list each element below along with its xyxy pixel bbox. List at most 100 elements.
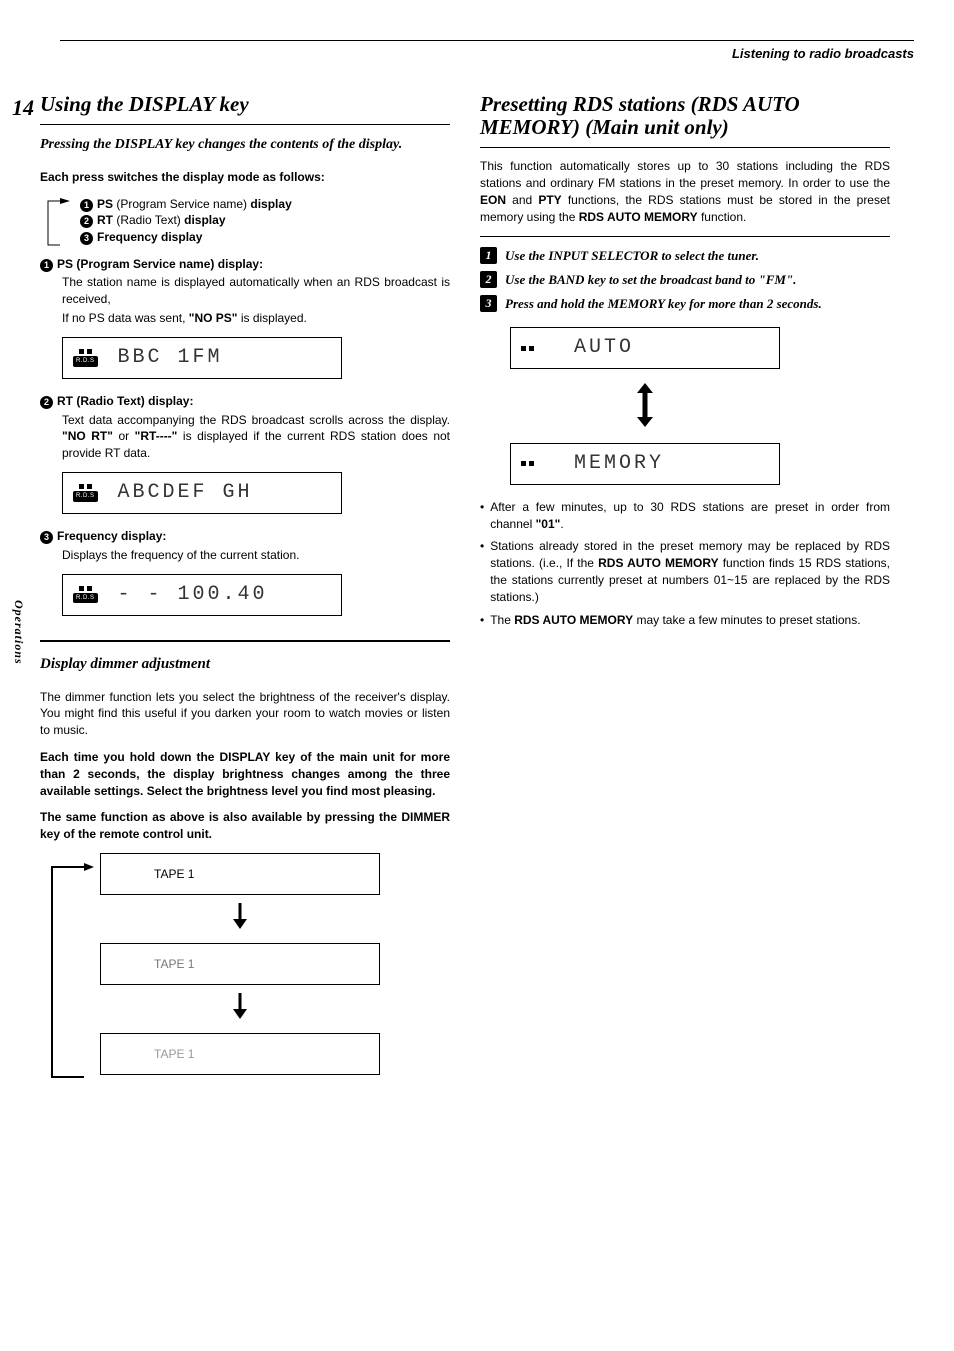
freq-lcd: R.D.S - - 100.40: [62, 574, 342, 616]
circ-3-icon: 3: [80, 232, 93, 245]
step-1: 1Use the INPUT SELECTOR to select the tu…: [480, 247, 890, 265]
mode-1: 1PS (Program Service name) display: [80, 196, 292, 213]
rule: [40, 124, 450, 125]
rt-body: Text data accompanying the RDS broadcast…: [62, 412, 450, 462]
left-column: 14 Using the DISPLAY key Pressing the DI…: [40, 93, 450, 1075]
right-column: Presetting RDS stations (RDS AUTO MEMORY…: [480, 93, 890, 1075]
bullet-dot-icon: •: [480, 499, 484, 533]
dim-lcd2-text: TAPE 1: [154, 956, 194, 973]
circ-1b-icon: 1: [40, 259, 53, 272]
freq-heading: Frequency display:: [57, 529, 166, 543]
step-2-num-icon: 2: [480, 271, 497, 288]
lcd-indicator-3: R.D.S: [73, 586, 98, 603]
ps-body2: If no PS data was sent, "NO PS" is displ…: [62, 310, 450, 327]
step-2-text: Use the BAND key to set the broadcast ba…: [505, 271, 890, 289]
dimmer-p3: The same function as above is also avail…: [40, 809, 450, 843]
dimmer-flow: TAPE 1 TAPE 1 TAPE 1: [40, 853, 450, 1075]
m1-desc: (Program Service name): [113, 197, 250, 211]
step-1-text: Use the INPUT SELECTOR to select the tun…: [505, 247, 890, 265]
mode-list: 1PS (Program Service name) display 2RT (…: [40, 196, 450, 250]
header-rule: [60, 40, 914, 41]
left-title: Using the DISPLAY key: [40, 93, 450, 116]
loop-bracket-icon: [40, 196, 76, 250]
ps-b2a: If no PS data was sent,: [62, 311, 189, 325]
b3a: The: [490, 613, 514, 627]
ri-b: EON: [480, 193, 506, 207]
dim-lcd3-text: TAPE 1: [154, 1046, 194, 1063]
ri-g: function.: [698, 210, 747, 224]
ps-lcd-text: BBC 1FM: [118, 344, 223, 372]
left-subtitle: Pressing the DISPLAY key changes the con…: [40, 135, 450, 155]
rt-heading: RT (Radio Text) display:: [57, 394, 193, 408]
freq-body: Displays the frequency of the current st…: [62, 547, 450, 564]
rds-badge: R.D.S: [73, 356, 98, 366]
lcd-indicator: R.D.S: [73, 349, 98, 366]
circ-2b-icon: 2: [40, 396, 53, 409]
rds-badge-3: R.D.S: [73, 593, 98, 603]
rds-badge-2: R.D.S: [73, 491, 98, 501]
switch-intro: Each press switches the display mode as …: [40, 169, 450, 186]
m3-label: Frequency display: [97, 230, 202, 244]
rt-bb: "NO RT": [62, 429, 113, 443]
ps-heading-row: 1 PS (Program Service name) display:: [40, 256, 450, 273]
rt-lcd: R.D.S ABCDEF GH: [62, 472, 342, 514]
step-3: 3 Press and hold the MEMORY key for more …: [480, 295, 890, 313]
rule-3: [480, 147, 890, 148]
mode-3: 3 Frequency display: [80, 229, 292, 246]
circ-1-icon: 1: [80, 199, 93, 212]
b2b: RDS AUTO MEMORY: [598, 556, 718, 570]
dim-lcd-3: TAPE 1: [100, 1033, 380, 1075]
arrow-down-2-icon: [100, 991, 380, 1027]
bullet-3: • The RDS AUTO MEMORY may take a few minu…: [480, 612, 890, 629]
dots-icon-2: [79, 484, 92, 489]
freq-lcd-text: - - 100.40: [118, 581, 268, 609]
m2-suffix: display: [184, 213, 225, 227]
m2-label: RT: [97, 213, 113, 227]
cycle-bracket-icon: [40, 859, 96, 1089]
auto-lcd: AUTO: [510, 327, 780, 369]
ri-d: PTY: [538, 193, 561, 207]
m1-suffix: display: [250, 197, 291, 211]
bullet-dot-icon-3: •: [480, 612, 484, 629]
dimmer-p1: The dimmer function lets you select the …: [40, 689, 450, 739]
rt-bc: or: [113, 429, 135, 443]
bullet-1: •After a few minutes, up to 30 RDS stati…: [480, 499, 890, 533]
b3b: RDS AUTO MEMORY: [514, 613, 633, 627]
b1b: "01": [536, 517, 561, 531]
dimmer-p2: Each time you hold down the DISPLAY key …: [40, 749, 450, 799]
rule-2: [40, 640, 450, 642]
dim-lcd-1: TAPE 1: [100, 853, 380, 895]
bullet-dot-icon-2: •: [480, 538, 484, 605]
circ-3b-icon: 3: [40, 531, 53, 544]
arrow-down-1-icon: [100, 901, 380, 937]
ps-body1: The station name is displayed automatica…: [62, 274, 450, 308]
ri-a: This function automatically stores up to…: [480, 159, 890, 190]
ps-lcd: R.D.S BBC 1FM: [62, 337, 342, 379]
dots-r2-icon: [521, 461, 534, 466]
ri-f: RDS AUTO MEMORY: [579, 210, 698, 224]
header-breadcrumb: Listening to radio broadcasts: [0, 45, 914, 63]
step-3-num-icon: 3: [480, 295, 497, 312]
rt-ba: Text data accompanying the RDS broadcast…: [62, 413, 450, 427]
dim-lcd1-text: TAPE 1: [154, 866, 194, 883]
side-tab: Operations: [10, 600, 27, 665]
rt-lcd-text: ABCDEF GH: [118, 479, 253, 507]
bullet-list: •After a few minutes, up to 30 RDS stati…: [480, 499, 890, 629]
right-intro: This function automatically stores up to…: [480, 158, 890, 225]
auto-lcd-text: AUTO: [574, 334, 634, 362]
b3c: may take a few minutes to preset station…: [633, 613, 860, 627]
ps-heading: PS (Program Service name) display:: [57, 257, 263, 271]
dots-icon-3: [79, 586, 92, 591]
mode-2: 2RT (Radio Text) display: [80, 212, 292, 229]
dim-lcd-2: TAPE 1: [100, 943, 380, 985]
memory-lcd: MEMORY: [510, 443, 780, 485]
right-title: Presetting RDS stations (RDS AUTO MEMORY…: [480, 93, 890, 139]
ps-b2c: is displayed.: [237, 311, 306, 325]
ps-b2b: "NO PS": [189, 311, 238, 325]
page-number: 14: [12, 93, 34, 124]
dimmer-title: Display dimmer adjustment: [40, 654, 450, 675]
rt-heading-row: 2 RT (Radio Text) display:: [40, 393, 450, 410]
rt-bd: "RT----": [135, 429, 178, 443]
step-2: 2 Use the BAND key to set the broadcast b…: [480, 271, 890, 289]
step-3-text: Press and hold the MEMORY key for more t…: [505, 295, 890, 313]
